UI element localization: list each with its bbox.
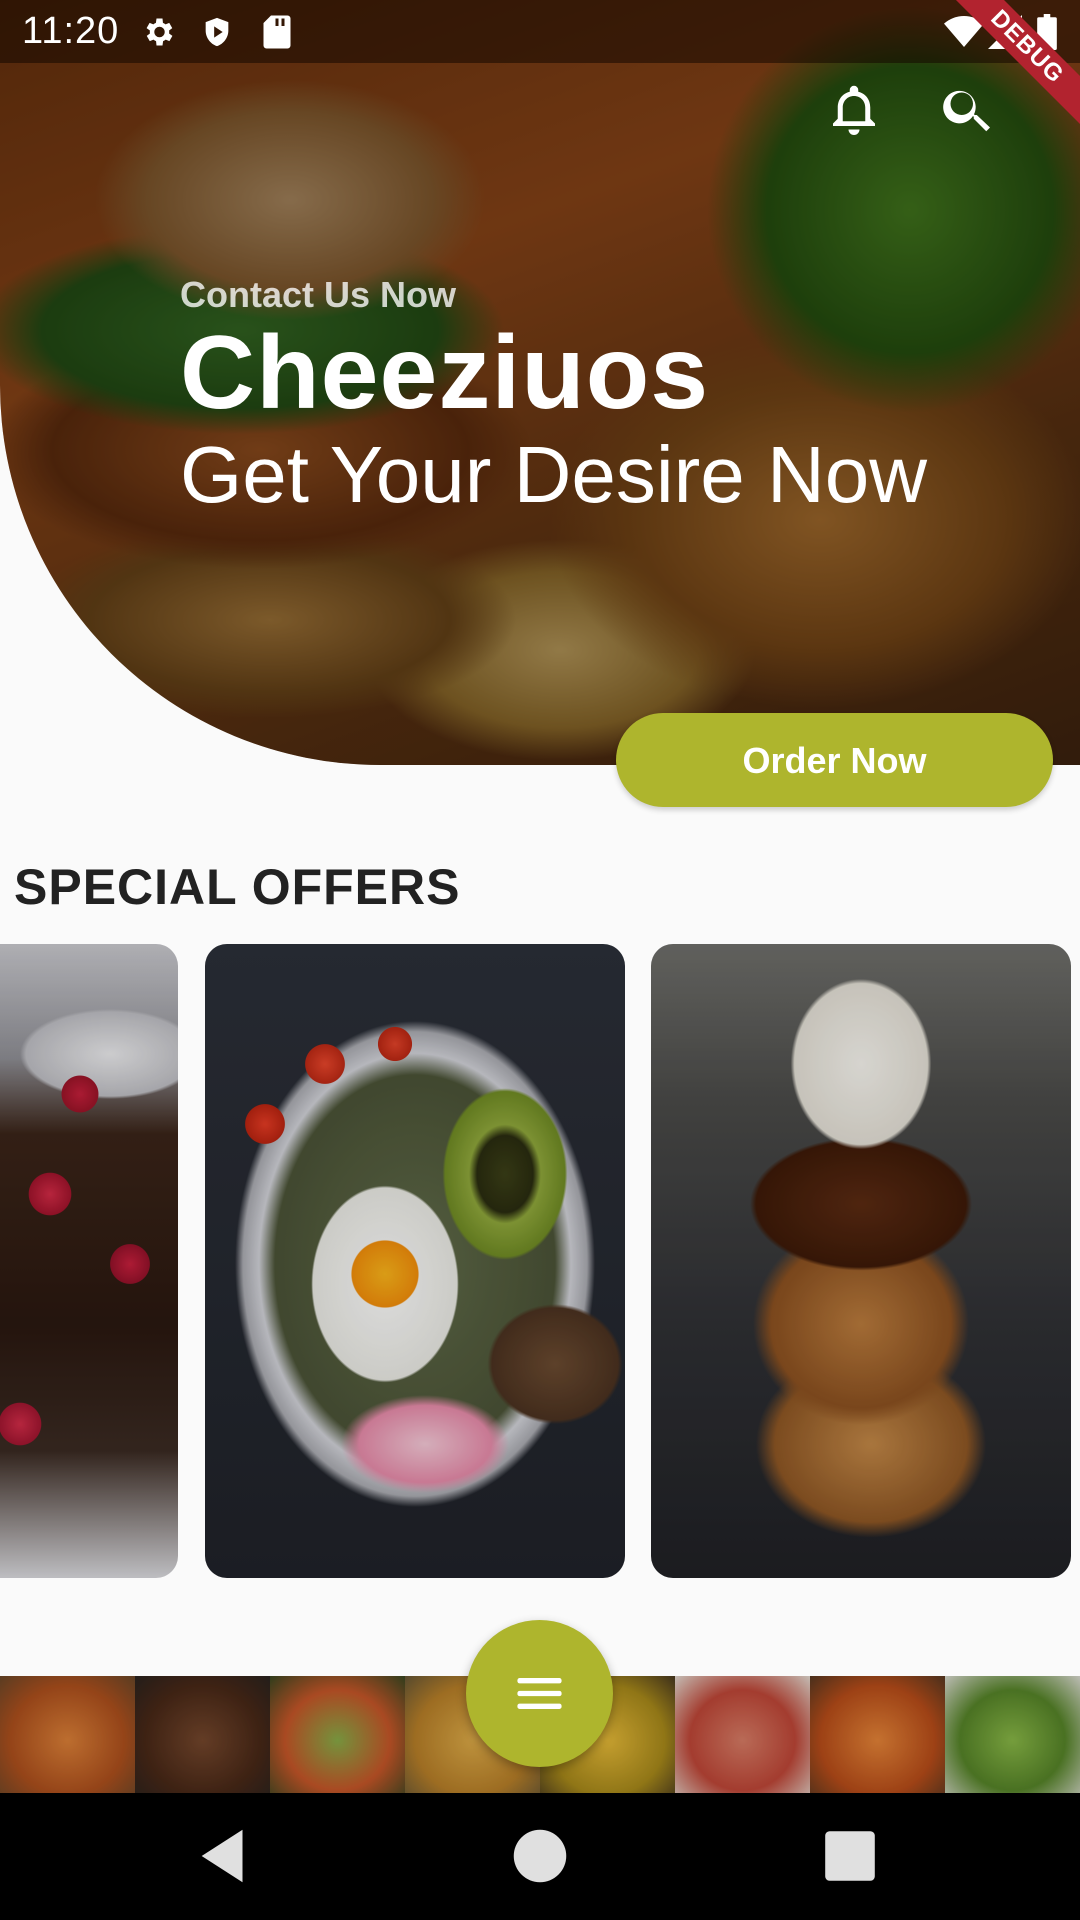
back-icon[interactable] (190, 1821, 260, 1891)
menu-fab-button[interactable] (466, 1620, 613, 1767)
offer-card-chocolate-cake[interactable] (0, 944, 178, 1578)
special-offers-title: SPECIAL OFFERS (14, 859, 461, 915)
home-icon[interactable] (505, 1821, 575, 1891)
brand-title: Cheeziuos (180, 315, 710, 431)
settings-icon (140, 14, 176, 55)
status-bar: 11:20 (0, 0, 1080, 63)
hero-tagline: Get Your Desire Now (180, 430, 928, 519)
system-nav-bar (0, 1793, 1080, 1920)
search-icon[interactable] (938, 80, 998, 140)
hero-subtitle: Contact Us Now (180, 274, 457, 315)
offer-card-waffle[interactable] (651, 944, 1071, 1578)
notification-bell-icon[interactable] (824, 80, 884, 140)
recents-icon[interactable] (815, 1821, 885, 1891)
menu-icon (517, 1678, 562, 1709)
order-now-button[interactable]: Order Now (616, 713, 1053, 807)
status-time: 11:20 (22, 10, 120, 52)
sd-card-icon (262, 14, 292, 55)
offer-card-salad-bowl[interactable] (205, 944, 625, 1578)
hero-banner: Contact Us Now Cheeziuos Get Your Desire… (0, 0, 1080, 765)
home-screen: Contact Us Now Cheeziuos Get Your Desire… (0, 0, 1080, 1920)
shield-icon (200, 14, 234, 55)
hero-text-block: Contact Us Now Cheeziuos Get Your Desire… (180, 272, 927, 522)
